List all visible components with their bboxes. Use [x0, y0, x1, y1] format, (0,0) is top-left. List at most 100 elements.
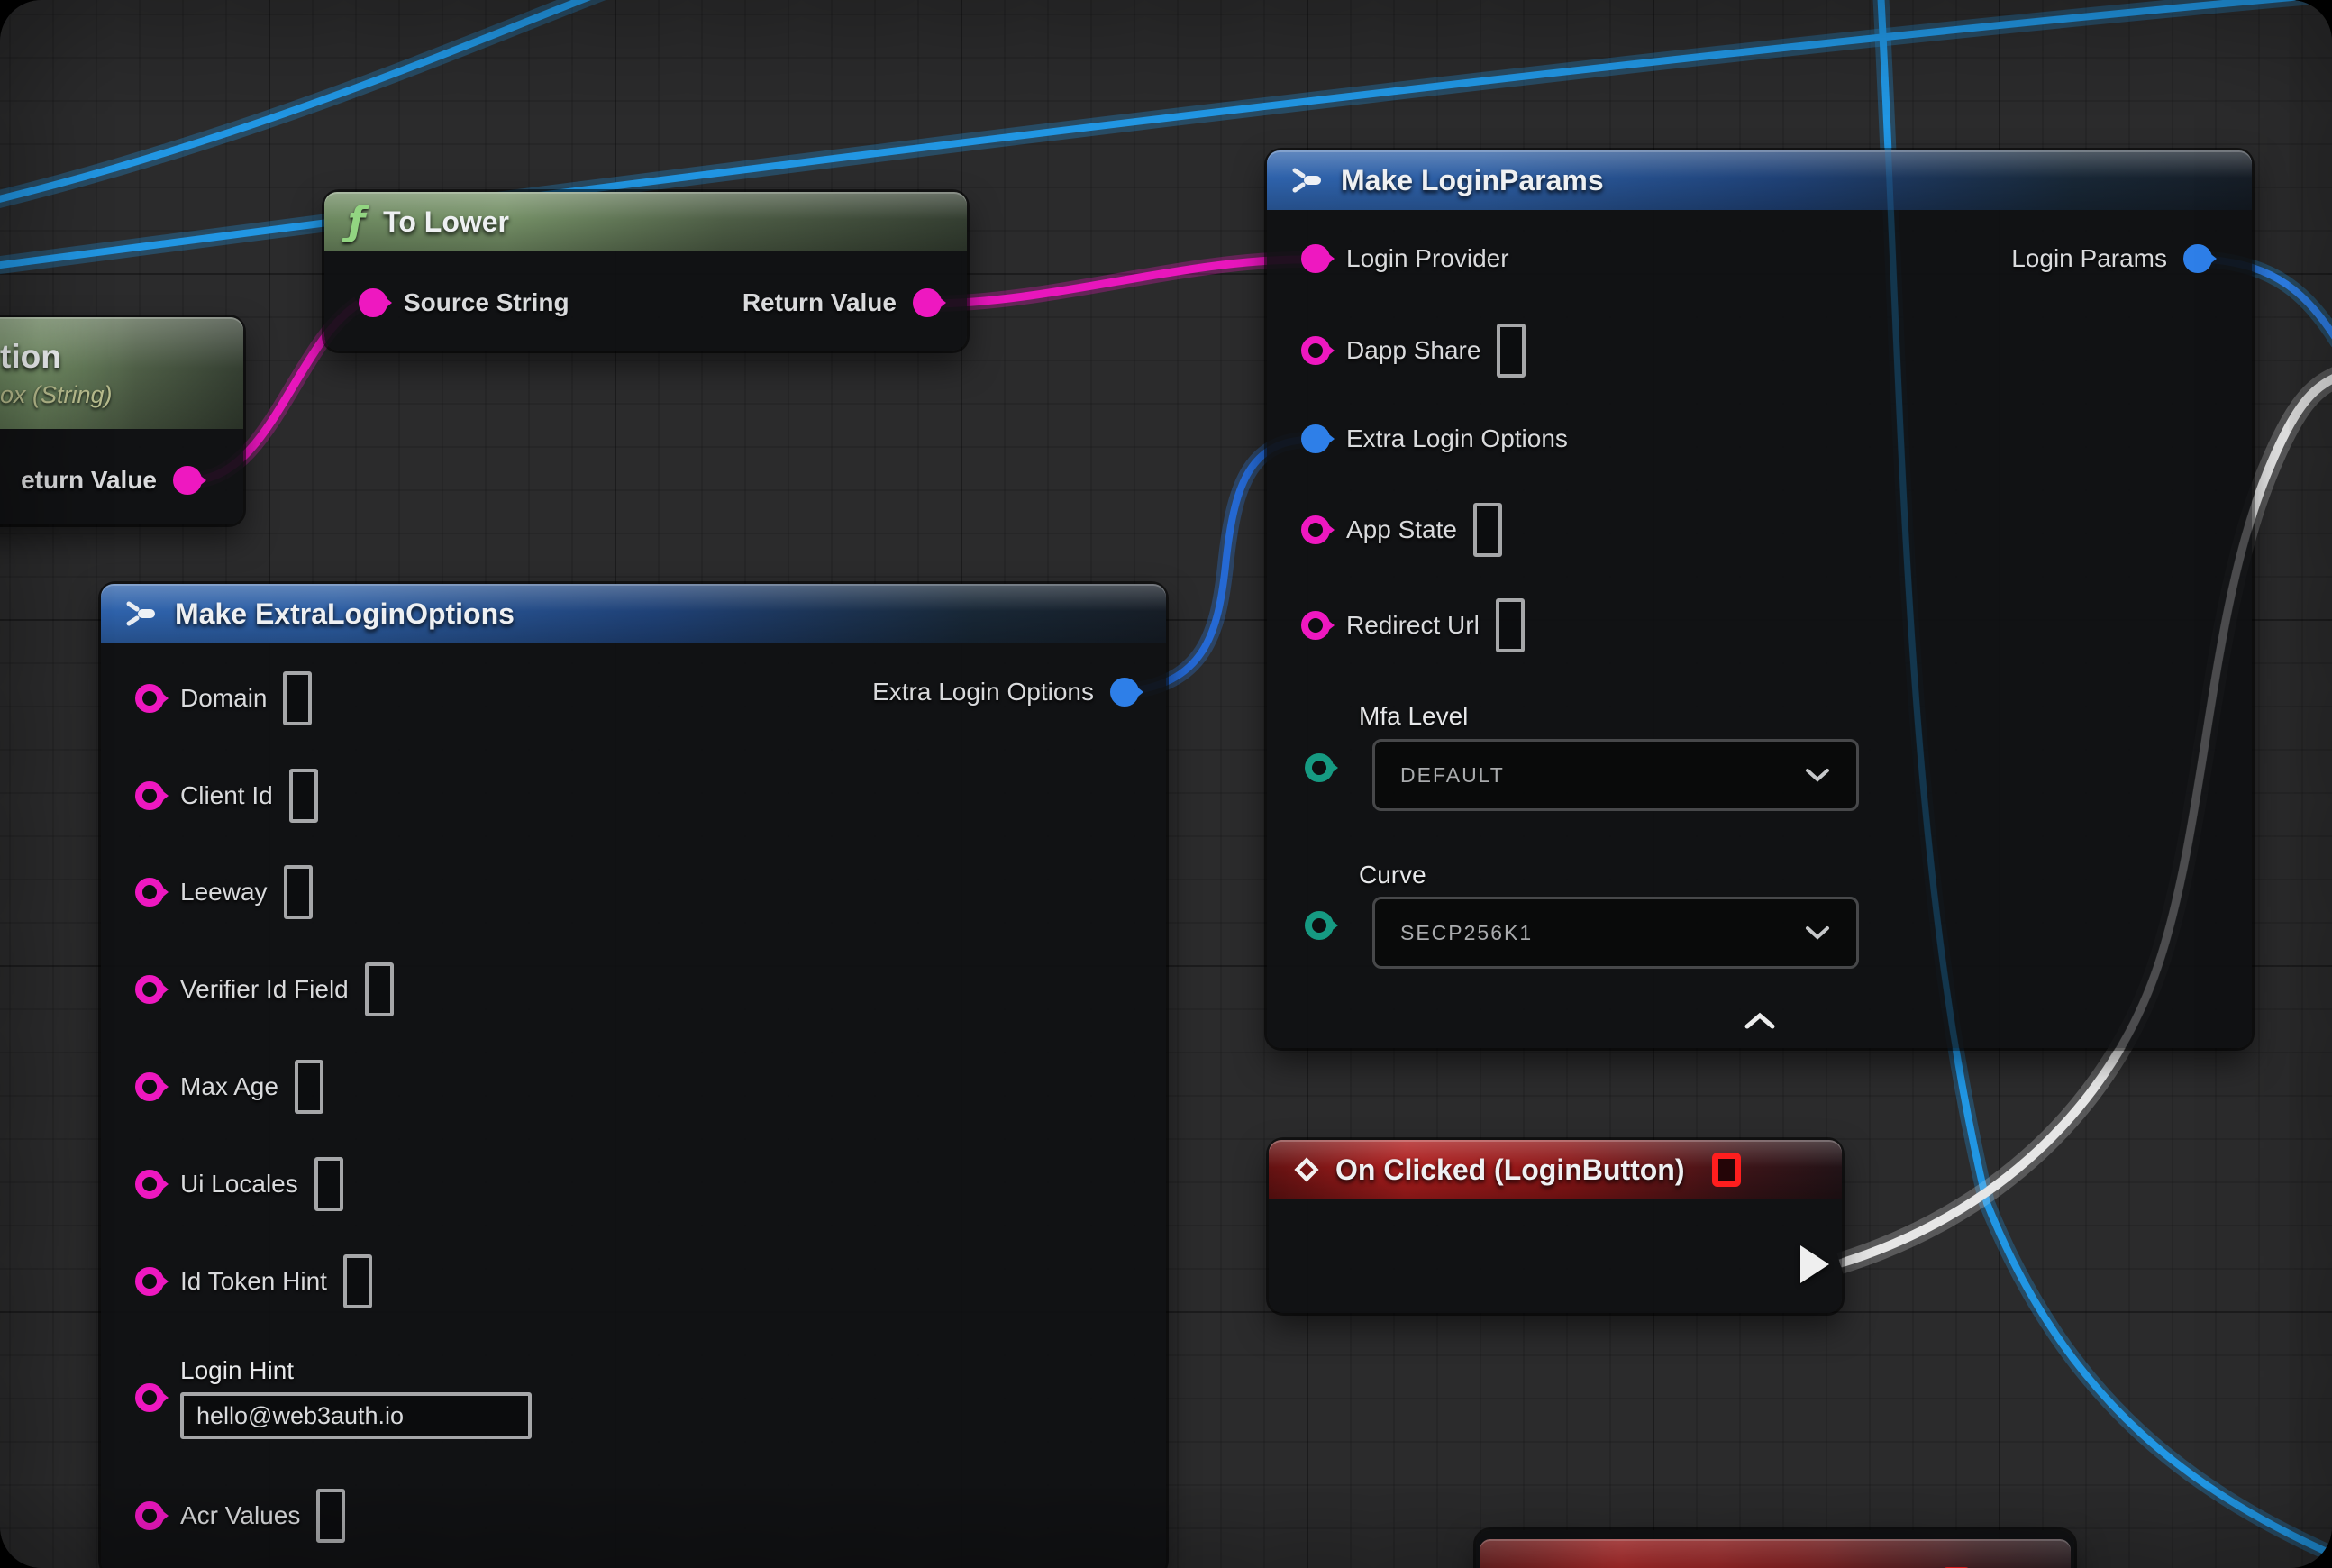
- pin-label: Max Age: [180, 1072, 278, 1101]
- node-title: Make LoginParams: [1341, 164, 1604, 197]
- input-pin-redirect-url[interactable]: [1301, 611, 1330, 640]
- node-subtitle: ox (String): [0, 381, 113, 409]
- pin-row-acr-values: Acr Values: [135, 1489, 345, 1543]
- input-pin-login-hint[interactable]: [135, 1383, 164, 1412]
- node-header[interactable]: ƒ To Lower: [324, 192, 967, 251]
- input-pin-verifier-id-field[interactable]: [135, 975, 164, 1004]
- mfa-level-dropdown[interactable]: DEFAULT: [1372, 739, 1859, 811]
- input-pin-login-provider[interactable]: [1301, 244, 1330, 273]
- app-state-value-box[interactable]: [1473, 503, 1502, 557]
- login-hint-input[interactable]: hello@web3auth.io: [180, 1392, 532, 1439]
- curve-value: SECP256K1: [1400, 921, 1533, 945]
- pin-row-login-hint: Login Hint hello@web3auth.io: [135, 1356, 532, 1439]
- exec-output-pin[interactable]: [1800, 1245, 1829, 1283]
- pin-label: Id Token Hint: [180, 1267, 327, 1296]
- pin-label: Domain: [180, 684, 267, 713]
- pin-label: Client Id: [180, 781, 273, 810]
- pin-label: Login Params: [2011, 244, 2167, 273]
- pin-label: Verifier Id Field: [180, 975, 349, 1004]
- pin-row-max-age: Max Age: [135, 1060, 323, 1114]
- function-f-icon: ƒ: [348, 202, 365, 242]
- node-header[interactable]: Make LoginParams: [1267, 150, 2252, 210]
- pin-label: eturn Value: [21, 466, 157, 495]
- event-diamond-icon: [1292, 1155, 1321, 1184]
- pin-label: Leeway: [180, 878, 268, 907]
- input-pin-extra-login-options[interactable]: [1301, 424, 1330, 453]
- field-label-login-hint: Login Hint: [180, 1356, 532, 1385]
- input-pin-source-string[interactable]: [359, 288, 387, 317]
- node-partial-string-function[interactable]: tion ox (String) eturn Value: [0, 317, 243, 524]
- node-header[interactable]: On Clicked (LoginButton): [1269, 1140, 1842, 1199]
- input-pin-client-id[interactable]: [135, 781, 164, 810]
- pin-label: Return Value: [742, 288, 897, 317]
- output-pin-return-value[interactable]: [913, 288, 942, 317]
- node-title: Make ExtraLoginOptions: [175, 597, 515, 631]
- node-make-login-params[interactable]: Make LoginParams Login Params Login Prov…: [1267, 150, 2252, 1048]
- node-title: To Lower: [383, 205, 509, 239]
- pin-label: Redirect Url: [1346, 611, 1480, 640]
- pin-label: Source String: [404, 288, 569, 317]
- input-pin-curve[interactable]: [1305, 911, 1334, 940]
- pin-label: Login Provider: [1346, 244, 1509, 273]
- output-pin-extra-login-options[interactable]: [1110, 678, 1139, 707]
- pin-row-app-state: App State: [1301, 503, 1502, 557]
- domain-value-box[interactable]: [283, 671, 312, 725]
- blueprint-canvas[interactable]: tion ox (String) eturn Value ƒ To Lower …: [0, 0, 2332, 1568]
- make-struct-icon: [124, 600, 157, 627]
- input-pin-dapp-share[interactable]: [1301, 336, 1330, 365]
- chevron-down-icon: [1804, 767, 1831, 783]
- node-to-lower[interactable]: ƒ To Lower Source String Return Value: [324, 192, 967, 351]
- pin-row-extra-login-options-out: Extra Login Options: [872, 678, 1139, 707]
- pin-label: App State: [1346, 515, 1457, 544]
- field-label-mfa-level: Mfa Level: [1359, 702, 1468, 731]
- curve-dropdown[interactable]: SECP256K1: [1372, 897, 1859, 969]
- client-id-value-box[interactable]: [289, 769, 318, 823]
- id-token-hint-value-box[interactable]: [343, 1254, 372, 1308]
- output-pin-return-value[interactable]: [173, 466, 202, 495]
- dapp-share-value-box[interactable]: [1497, 324, 1526, 378]
- pin-label: Extra Login Options: [1346, 424, 1568, 453]
- input-pin-id-token-hint[interactable]: [135, 1267, 164, 1296]
- input-pin-mfa-level[interactable]: [1305, 753, 1334, 782]
- redirect-url-value-box[interactable]: [1496, 598, 1525, 652]
- pin-label: Extra Login Options: [872, 678, 1094, 707]
- pin-row-source-string: Source String: [359, 288, 569, 317]
- node-header[interactable]: tion ox (String): [0, 317, 243, 429]
- pin-row-login-provider: Login Provider: [1301, 244, 1509, 273]
- wire-return-to-login-provider[interactable]: [930, 260, 1302, 304]
- delegate-square-icon[interactable]: [1712, 1153, 1741, 1187]
- node-header[interactable]: Make ExtraLoginOptions: [101, 584, 1166, 643]
- node-title: On Clicked (LoginButton): [1335, 1153, 1685, 1187]
- ui-locales-value-box[interactable]: [314, 1157, 343, 1211]
- mfa-level-value: DEFAULT: [1400, 763, 1505, 788]
- verifier-id-field-value-box[interactable]: [365, 962, 394, 1016]
- node-header[interactable]: On Clicked (LogoutButton): [1480, 1539, 2071, 1568]
- pin-row-client-id: Client Id: [135, 769, 318, 823]
- pin-row-curve: [1305, 911, 1334, 940]
- input-pin-max-age[interactable]: [135, 1072, 164, 1101]
- pin-label: Acr Values: [180, 1501, 300, 1530]
- pin-row-id-token-hint: Id Token Hint: [135, 1254, 372, 1308]
- node-make-extra-login-options[interactable]: Make ExtraLoginOptions Extra Login Optio…: [101, 584, 1166, 1568]
- input-pin-domain[interactable]: [135, 684, 164, 713]
- pin-row-verifier-id-field: Verifier Id Field: [135, 962, 394, 1016]
- output-pin-login-params[interactable]: [2183, 244, 2212, 273]
- pin-row-return-value: eturn Value: [21, 466, 202, 495]
- pin-row-redirect-url: Redirect Url: [1301, 598, 1525, 652]
- wire-blue-top-1[interactable]: [0, 0, 640, 205]
- input-pin-leeway[interactable]: [135, 878, 164, 907]
- input-pin-app-state[interactable]: [1301, 515, 1330, 544]
- node-on-clicked-login-button[interactable]: On Clicked (LoginButton): [1269, 1140, 1842, 1313]
- leeway-value-box[interactable]: [284, 865, 313, 919]
- pin-row-leeway: Leeway: [135, 865, 313, 919]
- node-on-clicked-logout-button[interactable]: On Clicked (LogoutButton): [1476, 1530, 2074, 1568]
- pin-row-login-params-out: Login Params: [2011, 244, 2212, 273]
- pin-row-ui-locales: Ui Locales: [135, 1157, 343, 1211]
- collapse-node-button[interactable]: [1742, 1011, 1778, 1035]
- input-pin-acr-values[interactable]: [135, 1501, 164, 1530]
- max-age-value-box[interactable]: [295, 1060, 323, 1114]
- input-pin-ui-locales[interactable]: [135, 1170, 164, 1199]
- pin-row-return-value: Return Value: [742, 288, 942, 317]
- node-title: tion: [0, 338, 61, 376]
- acr-values-value-box[interactable]: [316, 1489, 345, 1543]
